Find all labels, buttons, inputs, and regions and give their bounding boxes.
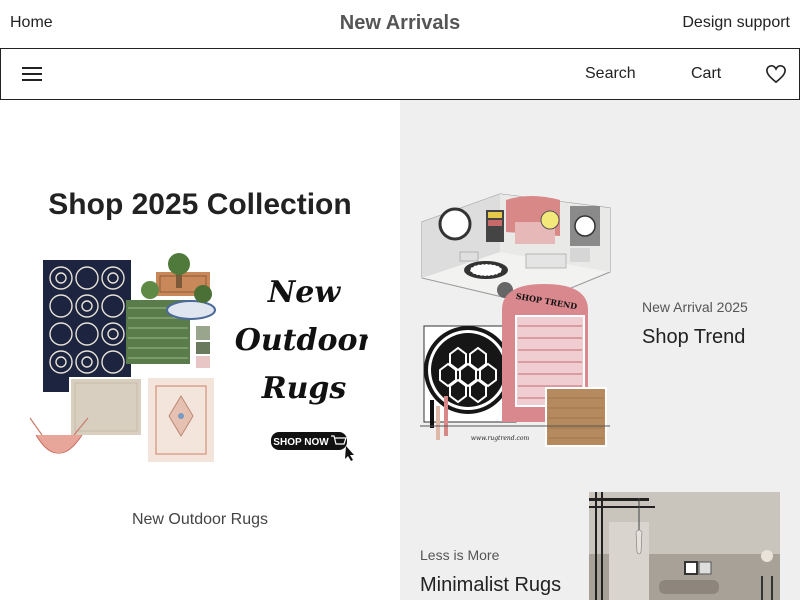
- minimalist-room-image[interactable]: [589, 492, 780, 600]
- feature-title-shop-trend[interactable]: Shop Trend: [642, 326, 745, 349]
- collection-panel: Shop 2025 Collection New Outdoor Rugs SH…: [0, 100, 400, 600]
- top-bar: Home New Arrivals Design support: [0, 0, 800, 48]
- image-url-text: www.rugtrend.com: [471, 435, 530, 442]
- promo-line-rugs: Rugs: [261, 371, 347, 406]
- feature-eyebrow-new-arrival: New Arrival 2025: [642, 299, 748, 315]
- hamburger-icon[interactable]: [22, 67, 42, 83]
- outdoor-rugs-promo-image[interactable]: New Outdoor Rugs SHOP NOW: [28, 250, 368, 470]
- search-link[interactable]: Search: [585, 65, 636, 83]
- trend-panel: SHOP TREND www.rugtrend.com New Arrival …: [400, 100, 800, 600]
- nav-bar: Search Cart: [0, 48, 800, 100]
- cart-link[interactable]: Cart: [691, 65, 721, 83]
- collection-caption[interactable]: New Outdoor Rugs: [0, 511, 400, 529]
- heart-icon[interactable]: [765, 64, 787, 84]
- home-link[interactable]: Home: [10, 14, 53, 32]
- pointer-cursor-icon: [345, 446, 354, 461]
- feature-eyebrow-less-is-more: Less is More: [420, 547, 500, 563]
- promo-line-outdoor: Outdoor: [235, 323, 368, 358]
- shop-trend-image[interactable]: SHOP TREND www.rugtrend.com: [420, 192, 612, 450]
- page-title: New Arrivals: [339, 12, 461, 34]
- shop-now-label: SHOP NOW: [273, 437, 329, 448]
- feature-title-minimalist-rugs[interactable]: Minimalist Rugs: [420, 574, 561, 597]
- promo-line-new: New: [267, 275, 342, 310]
- collection-heading: Shop 2025 Collection: [48, 188, 352, 221]
- design-support-link[interactable]: Design support: [682, 14, 790, 32]
